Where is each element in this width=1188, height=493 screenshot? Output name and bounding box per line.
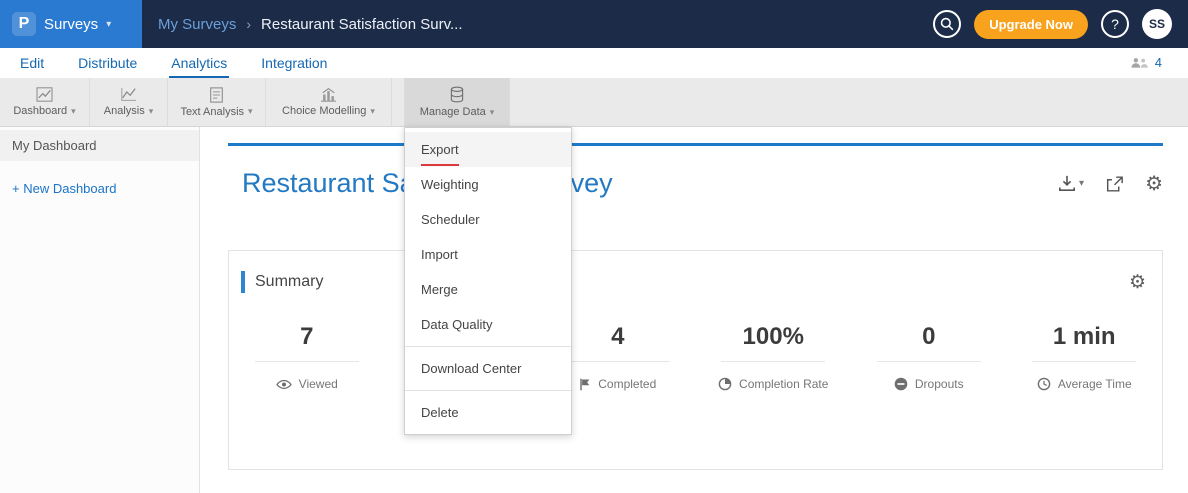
download-icon — [1058, 175, 1076, 192]
menu-item-import[interactable]: Import — [405, 237, 571, 272]
stat-value: 0 — [877, 323, 981, 362]
database-icon — [449, 86, 465, 103]
sidebar-item-my-dashboard[interactable]: My Dashboard — [0, 130, 199, 161]
settings-gear-icon[interactable]: ⚙ — [1145, 174, 1163, 194]
dashboard-chart-icon — [36, 87, 53, 102]
summary-heading: Summary — [255, 273, 323, 291]
stat-average-time: 1 min Average Time — [1007, 323, 1163, 391]
menu-item-export[interactable]: Export — [405, 132, 571, 167]
stat-value: 4 — [566, 323, 670, 362]
product-name: Surveys — [44, 16, 98, 33]
download-button[interactable]: ▾ — [1058, 175, 1084, 192]
analysis-chart-icon — [120, 87, 137, 102]
chevron-down-icon: ▾ — [149, 106, 154, 117]
toolbar-item-label: Manage Data — [420, 106, 486, 118]
chevron-down-icon: ▾ — [1079, 178, 1084, 189]
search-button[interactable] — [933, 10, 961, 38]
summary-settings-gear-icon[interactable]: ⚙ — [1129, 273, 1146, 292]
completion-rate-icon — [718, 377, 732, 391]
tab-analytics[interactable]: Analytics — [169, 55, 229, 78]
avatar[interactable]: SS — [1142, 9, 1172, 39]
main-content: Restaurant Satisfaction Survey ▾ — [200, 127, 1188, 493]
menu-item-scheduler[interactable]: Scheduler — [405, 202, 571, 237]
breadcrumb-current-survey: Restaurant Satisfaction Surv... — [261, 16, 462, 33]
tab-distribute[interactable]: Distribute — [76, 55, 139, 78]
menu-item-data-quality[interactable]: Data Quality — [405, 307, 571, 342]
upgrade-now-button[interactable]: Upgrade Now — [974, 10, 1088, 39]
bar-chart-icon — [320, 87, 337, 102]
menu-divider — [405, 390, 571, 391]
collaborators[interactable]: 4 — [1130, 55, 1162, 70]
stat-label: Completion Rate — [718, 377, 828, 391]
chevron-down-icon: ▾ — [490, 107, 495, 118]
app-window: P Surveys ▾ My Surveys › Restaurant Sati… — [0, 0, 1188, 493]
chevron-down-icon: ▾ — [248, 106, 253, 117]
share-icon — [1106, 176, 1123, 192]
stat-viewed: 7 Viewed — [229, 323, 385, 391]
toolbar-item-label: Analysis — [104, 105, 145, 117]
survey-title-card: Restaurant Satisfaction Survey ▾ — [228, 143, 1163, 199]
stat-value: 100% — [721, 323, 825, 362]
breadcrumb: My Surveys › Restaurant Satisfaction Sur… — [158, 16, 463, 33]
share-button[interactable] — [1106, 176, 1123, 192]
breadcrumb-separator: › — [246, 16, 251, 32]
collaborators-count: 4 — [1155, 55, 1162, 70]
menu-item-download-center[interactable]: Download Center — [405, 351, 571, 386]
top-bar: P Surveys ▾ My Surveys › Restaurant Sati… — [0, 0, 1188, 48]
stat-value: 1 min — [1032, 323, 1136, 362]
toolbar-item-label: Dashboard — [13, 105, 67, 117]
summary-stats: 7 Viewed 4 — [229, 323, 1162, 391]
title-actions: ▾ ⚙ — [1058, 174, 1163, 194]
toolbar-item-label: Text Analysis — [180, 106, 244, 118]
toolbar-item-text-analysis[interactable]: Text Analysis ▾ — [168, 78, 266, 126]
top-bar-actions: Upgrade Now ? SS — [933, 9, 1188, 39]
menu-item-delete[interactable]: Delete — [405, 395, 571, 430]
stat-completion-rate: 100% Completion Rate — [696, 323, 852, 391]
toolbar-item-choice-modelling[interactable]: Choice Modelling ▾ — [266, 78, 392, 126]
help-button[interactable]: ? — [1101, 10, 1129, 38]
stat-label: Viewed — [276, 377, 338, 391]
chevron-down-icon: ▾ — [71, 106, 76, 117]
product-switcher[interactable]: P Surveys ▾ — [0, 0, 142, 48]
dashboard-sidebar: My Dashboard + New Dashboard — [0, 127, 200, 493]
summary-header: Summary ⚙ — [229, 251, 1162, 293]
chevron-down-icon: ▾ — [370, 106, 375, 117]
survey-tabs: Edit Distribute Analytics Integration — [0, 48, 1188, 78]
flag-icon — [579, 378, 591, 391]
tab-edit[interactable]: Edit — [18, 55, 46, 78]
manage-data-dropdown-menu: Export Weighting Scheduler Import Merge … — [404, 127, 572, 435]
new-dashboard-button[interactable]: + New Dashboard — [0, 161, 199, 216]
dropouts-minus-circle-icon — [894, 377, 908, 391]
breadcrumb-my-surveys[interactable]: My Surveys — [158, 16, 236, 33]
eye-icon — [276, 379, 292, 390]
stat-dropouts: 0 Dropouts — [851, 323, 1007, 391]
stat-label: Dropouts — [894, 377, 964, 391]
toolbar-item-dashboard[interactable]: Dashboard ▾ — [0, 78, 90, 126]
menu-item-merge[interactable]: Merge — [405, 272, 571, 307]
stat-label: Average Time — [1037, 377, 1132, 391]
toolbar-item-label: Choice Modelling — [282, 105, 366, 117]
people-icon — [1130, 56, 1149, 69]
stat-value: 7 — [255, 323, 359, 362]
summary-panel: Summary ⚙ 7 Viewed 4 — [228, 250, 1163, 470]
stat-label: Completed — [579, 377, 656, 391]
toolbar-item-manage-data[interactable]: Manage Data ▾ — [404, 78, 510, 126]
search-icon — [940, 17, 954, 31]
tab-integration[interactable]: Integration — [259, 55, 329, 78]
chevron-down-icon: ▾ — [106, 19, 111, 30]
analytics-toolbar: Dashboard ▾ Analysis ▾ Text Analysis — [0, 78, 1188, 127]
document-icon — [209, 87, 224, 103]
menu-divider — [405, 346, 571, 347]
toolbar-item-analysis[interactable]: Analysis ▾ — [90, 78, 168, 126]
clock-icon — [1037, 377, 1051, 391]
summary-accent-bar — [241, 271, 245, 293]
brand-logo-icon: P — [12, 12, 36, 36]
menu-item-weighting[interactable]: Weighting — [405, 167, 571, 202]
